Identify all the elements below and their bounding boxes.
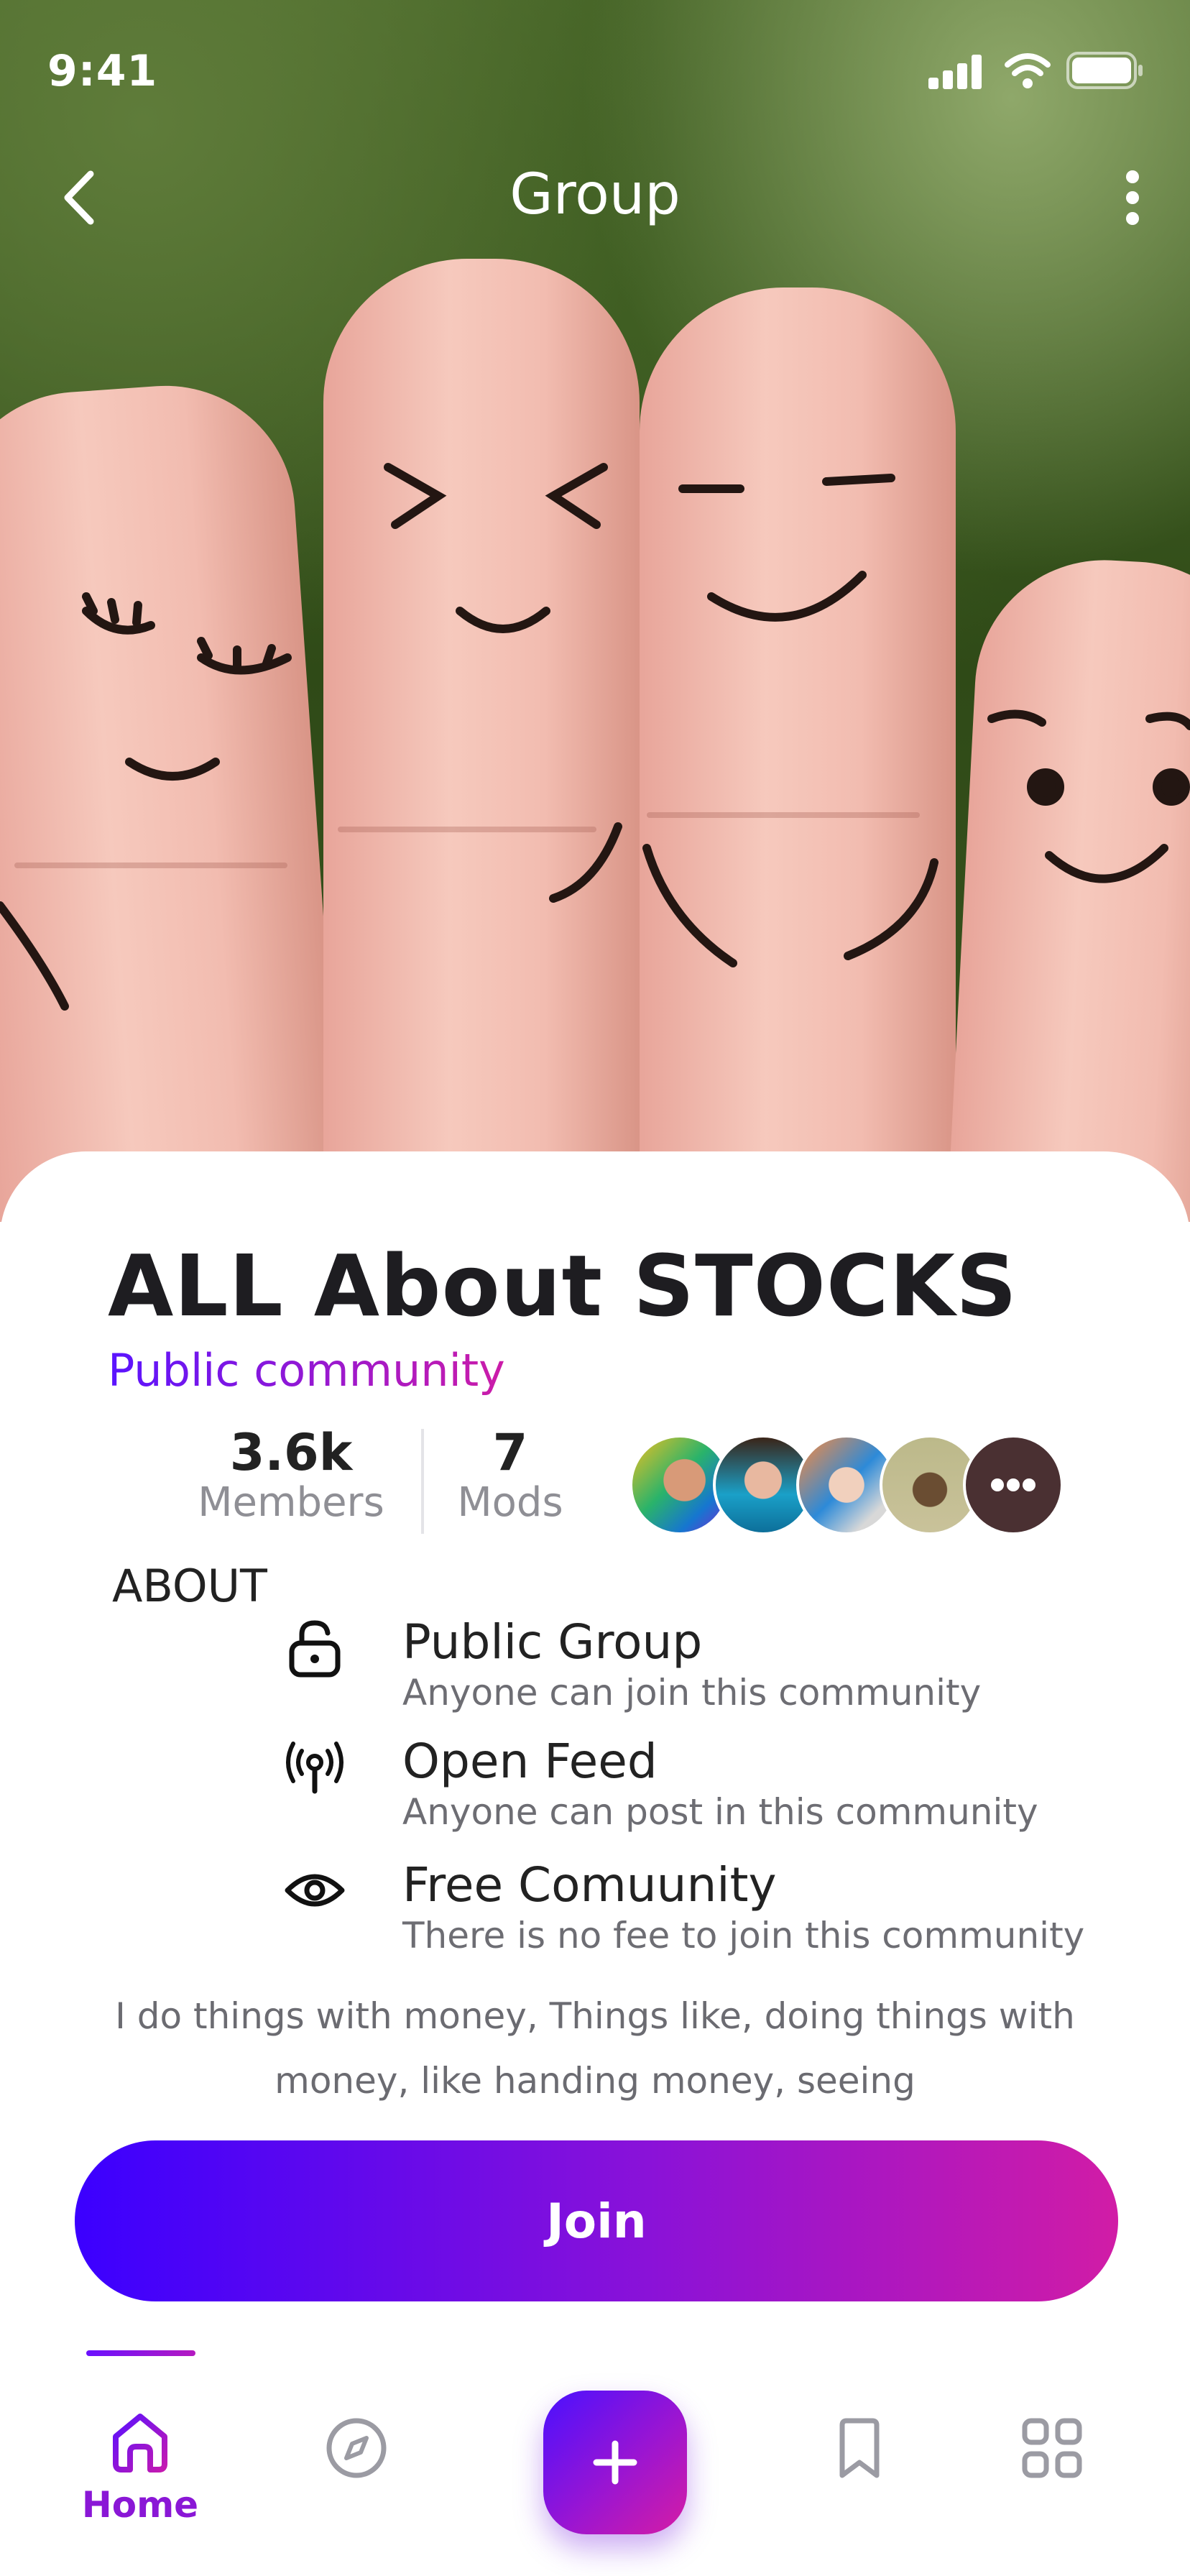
mods-stat[interactable]: 7 Mods [446,1423,575,1526]
mods-count: 7 [492,1423,528,1482]
compass-icon [326,2418,387,2478]
join-button[interactable]: Join [75,2140,1118,2301]
top-app-bar: Group [0,144,1190,252]
bottom-navigation: Home [0,2350,1190,2576]
create-post-button[interactable] [543,2391,687,2534]
feature-title: Public Group [402,1614,703,1670]
nav-item-home[interactable]: Home [72,2408,208,2526]
members-stat[interactable]: 3.6k Members [194,1423,388,1526]
nav-item-explore[interactable] [320,2415,392,2484]
home-icon [113,2414,167,2472]
unlock-icon [289,1620,341,1678]
feature-title: Free Comuunity [402,1857,777,1913]
wifi-icon [1005,53,1051,88]
stat-divider [421,1429,424,1534]
mods-label: Mods [457,1479,563,1526]
plus-icon [593,2440,637,2485]
group-type: Public community [108,1344,505,1397]
feature-subtitle: Anyone can join this community [402,1672,982,1714]
broadcast-icon [286,1742,343,1794]
signal-icon [928,55,982,89]
status-bar: 9:41 [0,0,1190,144]
status-time: 9:41 [47,46,158,96]
page-title: Group [509,162,681,227]
feature-subtitle: There is no fee to join this community [402,1915,1085,1956]
more-members-avatar[interactable] [963,1435,1064,1535]
members-label: Members [198,1479,384,1526]
feature-title: Open Feed [402,1734,658,1789]
eye-icon [285,1874,345,1907]
grid-icon [1022,2418,1082,2478]
nav-item-saved[interactable] [824,2415,895,2484]
battery-icon [1066,52,1143,89]
bookmark-icon [839,2418,880,2478]
about-heading: ABOUT [112,1560,267,1612]
feature-subtitle: Anyone can post in this community [402,1791,1038,1833]
more-options-button[interactable] [1118,165,1147,230]
group-name: ALL About STOCKS [108,1236,1018,1335]
nav-item-menu[interactable] [1016,2415,1088,2484]
nav-label-home: Home [81,2484,199,2526]
more-horizontal-icon [991,1478,1036,1491]
active-tab-indicator [86,2350,195,2356]
group-description: I do things with money, Things like, doi… [115,1995,1075,2102]
members-count: 3.6k [229,1423,353,1482]
more-vertical-icon [1126,170,1139,225]
